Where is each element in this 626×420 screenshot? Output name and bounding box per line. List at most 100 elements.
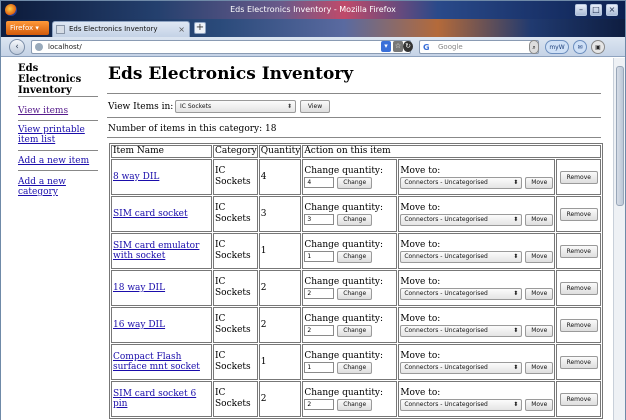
move-target-select[interactable]: Connectors - Uncategorised ⬍ xyxy=(400,213,523,226)
remove-button[interactable]: Remove xyxy=(559,170,598,184)
move-button[interactable]: Move xyxy=(525,361,554,374)
item-link[interactable]: Compact Flash surface mnt socket xyxy=(113,352,210,372)
select-arrows-icon: ⬍ xyxy=(513,178,519,186)
sidebar-link-printable-list[interactable]: View printable item list xyxy=(18,125,98,145)
rss-feed-icon[interactable]: ▾ xyxy=(381,41,391,52)
move-to-label: Move to: xyxy=(400,313,441,324)
item-link[interactable]: SIM card socket 6 pin xyxy=(113,389,210,409)
change-button[interactable]: Change xyxy=(337,250,373,263)
select-arrows-icon: ⬍ xyxy=(513,363,519,371)
change-quantity-cell: Change quantity: 2 Change xyxy=(302,307,398,343)
category-select-value: IC Sockets xyxy=(180,103,212,110)
item-name-cell: SIM card socket xyxy=(111,196,212,232)
minimize-button[interactable]: – xyxy=(575,4,587,16)
sidebar-divider xyxy=(18,170,98,171)
change-button[interactable]: Change xyxy=(337,361,373,374)
header-action: Action on this item xyxy=(302,145,602,158)
move-target-select[interactable]: Connectors - Uncategorised ⬍ xyxy=(400,250,523,263)
vertical-scrollbar[interactable] xyxy=(613,58,625,420)
move-button[interactable]: Move xyxy=(525,287,554,300)
remove-button[interactable]: Remove xyxy=(559,244,598,258)
category-cell: IC Sockets xyxy=(213,159,258,195)
new-tab-button[interactable]: + xyxy=(194,22,206,34)
move-target-select[interactable]: Connectors - Uncategorised ⬍ xyxy=(400,287,523,300)
change-quantity-cell: Change quantity: 2 Change xyxy=(302,270,398,306)
maximize-button[interactable]: □ xyxy=(590,4,602,16)
change-quantity-label: Change quantity: xyxy=(304,350,384,361)
my-addon-icon[interactable]: myW xyxy=(545,40,569,54)
move-to-label: Move to: xyxy=(400,202,441,213)
item-link[interactable]: 18 way DIL xyxy=(113,283,210,293)
quantity-cell: 3 xyxy=(258,196,302,232)
change-button[interactable]: Change xyxy=(337,213,373,226)
sidebar-link-view-items[interactable]: View items xyxy=(18,106,98,116)
url-bar[interactable]: localhost/ xyxy=(31,40,411,54)
search-magnifier-icon[interactable]: ⌕ xyxy=(529,40,539,54)
category-cell: IC Sockets xyxy=(213,196,258,232)
mail-icon[interactable]: ✉ xyxy=(573,40,587,54)
site-identity-icon[interactable] xyxy=(35,43,43,51)
firefox-menu-button[interactable]: Firefox ▾ xyxy=(6,21,49,35)
move-button[interactable]: Move xyxy=(525,213,554,226)
move-button[interactable]: Move xyxy=(525,250,554,263)
move-to-label: Move to: xyxy=(400,387,441,398)
back-button[interactable]: ‹ xyxy=(9,39,25,55)
quantity-input[interactable]: 2 xyxy=(304,288,335,299)
move-target-value: Connectors - Uncategorised xyxy=(404,215,488,223)
remove-button[interactable]: Remove xyxy=(559,355,598,369)
quantity-cell: 2 xyxy=(258,307,302,343)
move-cell: Move to: Connectors - Uncategorised ⬍ Mov… xyxy=(398,344,556,380)
remove-cell: Remove xyxy=(556,344,602,380)
move-target-value: Connectors - Uncategorised xyxy=(404,289,488,297)
move-cell: Move to: Connectors - Uncategorised ⬍ Mov… xyxy=(398,270,556,306)
remove-button[interactable]: Remove xyxy=(559,392,598,406)
quantity-input[interactable]: 2 xyxy=(304,399,335,410)
quantity-input[interactable]: 1 xyxy=(304,251,335,262)
quantity-cell: 1 xyxy=(258,233,302,269)
quantity-input[interactable]: 3 xyxy=(304,214,335,225)
move-target-select[interactable]: Connectors - Uncategorised ⬍ xyxy=(400,176,523,189)
quantity-input[interactable]: 1 xyxy=(304,362,335,373)
category-select[interactable]: IC Sockets ⬍ xyxy=(175,100,296,113)
category-cell: IC Sockets xyxy=(213,270,258,306)
remove-button[interactable]: Remove xyxy=(559,281,598,295)
move-cell: Move to: Connectors - Uncategorised ⬍ Mov… xyxy=(398,381,556,417)
change-quantity-cell: Change quantity: 2 Change xyxy=(302,381,398,417)
quantity-input[interactable]: 2 xyxy=(304,325,335,336)
remove-button[interactable]: Remove xyxy=(559,207,598,221)
google-search-engine-icon[interactable]: G xyxy=(423,42,430,54)
sidebar-link-add-item[interactable]: Add a new item xyxy=(18,156,98,166)
scrollbar-thumb[interactable] xyxy=(616,66,624,206)
tab-close-icon[interactable]: × xyxy=(178,22,185,37)
view-button[interactable]: View xyxy=(300,100,330,113)
move-button[interactable]: Move xyxy=(525,398,554,411)
item-quantity: 2 xyxy=(260,394,267,404)
sidebar-link-add-category[interactable]: Add a new category xyxy=(18,177,98,197)
change-quantity-cell: Change quantity: 1 Change xyxy=(302,344,398,380)
move-to-label: Move to: xyxy=(400,165,441,176)
site-title: Eds Electronics Inventory xyxy=(18,63,82,96)
item-link[interactable]: 16 way DIL xyxy=(113,320,210,330)
move-target-select[interactable]: Connectors - Uncategorised ⬍ xyxy=(400,398,523,411)
item-link[interactable]: SIM card socket xyxy=(113,209,210,219)
change-quantity-label: Change quantity: xyxy=(304,313,384,324)
move-button[interactable]: Move xyxy=(525,176,554,189)
search-input[interactable]: G Google xyxy=(419,40,539,54)
close-window-button[interactable]: × xyxy=(606,4,618,16)
bookmark-star-icon[interactable]: ☆ xyxy=(393,41,403,52)
change-button[interactable]: Change xyxy=(337,176,373,189)
reload-icon[interactable]: ↻ xyxy=(403,41,413,52)
move-button[interactable]: Move xyxy=(525,324,554,337)
move-target-select[interactable]: Connectors - Uncategorised ⬍ xyxy=(400,324,523,337)
move-target-select[interactable]: Connectors - Uncategorised ⬍ xyxy=(400,361,523,374)
tab-inventory[interactable]: Eds Electronics Inventory × xyxy=(52,21,190,37)
item-link[interactable]: 8 way DIL xyxy=(113,172,210,182)
change-button[interactable]: Change xyxy=(337,324,373,337)
change-button[interactable]: Change xyxy=(337,398,373,411)
remove-button[interactable]: Remove xyxy=(559,318,598,332)
quantity-input[interactable]: 4 xyxy=(304,177,335,188)
change-button[interactable]: Change xyxy=(337,287,373,300)
view-items-label: View Items in: xyxy=(108,102,174,112)
item-link[interactable]: SIM card emulator with socket xyxy=(113,241,210,261)
tools-menu-icon[interactable]: ▣ xyxy=(591,40,605,54)
